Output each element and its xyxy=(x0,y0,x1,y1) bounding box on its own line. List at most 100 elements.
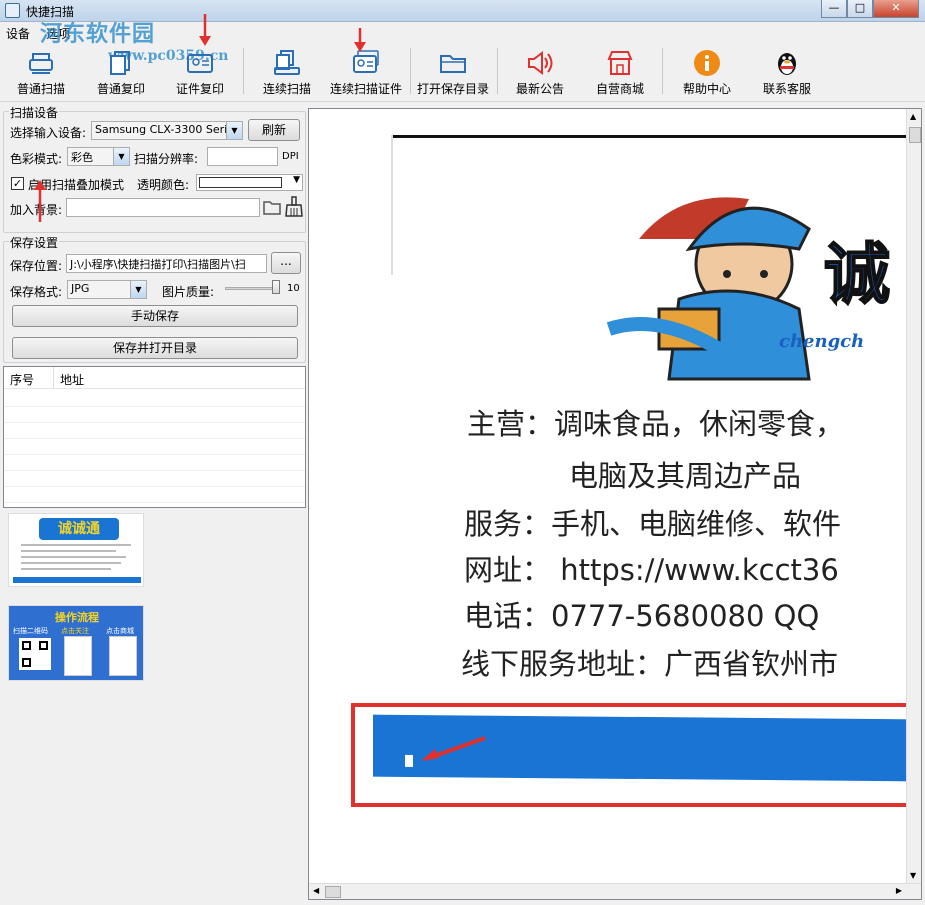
thumbnail-text-line xyxy=(21,568,111,570)
store-button[interactable]: 自营商城 xyxy=(585,44,655,100)
scan-border-line xyxy=(391,135,393,275)
thumbnail-step3: 点击商城 xyxy=(106,627,134,635)
file-list-table[interactable]: 序号 地址 xyxy=(3,366,306,508)
scroll-right-icon[interactable]: ▶ xyxy=(896,886,902,895)
scroll-down-icon[interactable]: ▼ xyxy=(910,871,916,880)
speaker-icon xyxy=(528,51,553,75)
normal-copy-button[interactable]: 普通复印 xyxy=(86,44,156,100)
app-icon xyxy=(5,3,20,18)
save-format-label: 保存格式: xyxy=(10,285,63,299)
customer-service-button[interactable]: 联系客服 xyxy=(752,44,822,100)
color-mode-label: 色彩模式: xyxy=(10,152,63,166)
scanner-icon xyxy=(29,53,53,74)
thumbnail-step1: 扫描二维码 xyxy=(13,627,48,635)
annotation-arrow-down-icon xyxy=(199,14,211,46)
save-format-value: JPG xyxy=(71,282,90,295)
save-settings-legend: 保存设置 xyxy=(9,234,60,251)
id-card-icon xyxy=(187,54,213,73)
open-save-dir-button[interactable]: 打开保存目录 xyxy=(414,44,492,100)
quality-slider-thumb[interactable] xyxy=(272,280,280,294)
minimize-button[interactable]: — xyxy=(821,0,847,18)
close-button[interactable]: ✕ xyxy=(873,0,919,18)
id-copy-button[interactable]: 证件复印 xyxy=(165,44,235,100)
table-row[interactable] xyxy=(4,423,305,439)
overlay-checkbox[interactable]: ✓ xyxy=(11,177,24,190)
color-mode-select[interactable]: 彩色 ▼ xyxy=(67,147,130,166)
help-center-label: 帮助中心 xyxy=(682,82,731,96)
quality-value: 10 xyxy=(287,283,300,294)
customer-service-label: 联系客服 xyxy=(762,82,811,96)
preview-brand: 诚 xyxy=(823,235,891,314)
continuous-id-scan-label: 连续扫描证件 xyxy=(329,82,402,96)
annotation-arrow-up-icon xyxy=(34,180,46,222)
column-divider xyxy=(53,367,54,389)
table-row[interactable] xyxy=(4,487,305,503)
store-icon xyxy=(607,51,633,75)
save-location-input[interactable]: J:\小程序\快捷扫描打印\扫描图片\扫 xyxy=(66,254,267,273)
toolbar-separator xyxy=(410,48,411,94)
thumbnail-brand: 诚诚通 xyxy=(39,518,119,540)
store-label: 自营商城 xyxy=(595,82,644,96)
table-row[interactable] xyxy=(4,471,305,487)
horizontal-scroll-thumb[interactable] xyxy=(325,886,341,898)
scroll-up-icon[interactable]: ▲ xyxy=(910,112,916,121)
chevron-down-icon: ▼ xyxy=(130,281,146,298)
horizontal-scrollbar[interactable]: ◀ ▶ xyxy=(309,883,921,899)
quality-label: 图片质量: xyxy=(162,285,215,299)
browse-button[interactable]: ... xyxy=(271,252,301,274)
menu-device[interactable]: 设备 xyxy=(6,25,30,42)
vertical-scroll-thumb[interactable] xyxy=(909,127,921,143)
background-input[interactable] xyxy=(66,198,260,217)
column-address[interactable]: 地址 xyxy=(60,371,84,388)
scan-preview-area[interactable]: 诚 chengch 主营：调味食品，休闲零食， 电脑及其周边产品 服务：手机、电… xyxy=(308,108,922,900)
transparent-color-label: 透明颜色: xyxy=(137,178,190,192)
annotation-arrow-down-icon xyxy=(354,28,366,52)
toolbar: 普通扫描 普通复印 证件复印 连续扫描 连续扫描证件 打开保存目录 最新公告 自… xyxy=(0,42,925,102)
broom-icon[interactable] xyxy=(284,196,304,218)
qr-code-icon xyxy=(19,638,51,670)
table-row[interactable] xyxy=(4,391,305,407)
preview-line-products: 电脑及其周边产品 xyxy=(569,459,802,493)
announcement-button[interactable]: 最新公告 xyxy=(505,44,575,100)
save-format-select[interactable]: JPG ▼ xyxy=(67,280,147,299)
copy-icon xyxy=(110,51,130,75)
thumbnail-1[interactable]: 诚诚通 xyxy=(8,513,144,587)
qq-penguin-icon xyxy=(778,53,796,75)
device-select-value: Samsung CLX-3300 Seri xyxy=(95,123,228,136)
maximize-button[interactable]: □ xyxy=(847,0,873,18)
preview-line-business: 主营：调味食品，休闲零食， xyxy=(467,407,845,441)
scan-device-legend: 扫描设备 xyxy=(9,104,60,121)
preview-line-website: 网址： https://www.kcct36 xyxy=(464,553,839,587)
scroll-left-icon[interactable]: ◀ xyxy=(313,886,319,895)
info-icon xyxy=(694,50,720,76)
thumbnail-step2: 点击关注 xyxy=(61,627,89,635)
thumbnail-text-line xyxy=(21,544,131,546)
annotation-arrow-icon xyxy=(421,736,486,761)
transparent-color-picker[interactable]: ▼ xyxy=(196,174,303,191)
help-center-button[interactable]: 帮助中心 xyxy=(672,44,742,100)
phone-screen-icon xyxy=(64,636,92,676)
manual-save-button[interactable]: 手动保存 xyxy=(12,305,298,327)
open-save-dir-label: 打开保存目录 xyxy=(416,82,489,96)
color-mode-value: 彩色 xyxy=(71,151,93,164)
thumbnail-2[interactable]: 操作流程 扫描二维码 点击关注 点击商城 xyxy=(8,605,144,681)
normal-copy-label: 普通复印 xyxy=(96,82,145,96)
column-index[interactable]: 序号 xyxy=(10,371,34,388)
refresh-button[interactable]: 刷新 xyxy=(248,119,300,141)
device-select[interactable]: Samsung CLX-3300 Seri ▼ xyxy=(91,121,243,140)
device-label: 选择输入设备: xyxy=(10,126,87,140)
continuous-scan-button[interactable]: 连续扫描 xyxy=(252,44,322,100)
table-row[interactable] xyxy=(4,407,305,423)
save-and-open-button[interactable]: 保存并打开目录 xyxy=(12,337,298,359)
thumbnail-text-line xyxy=(21,550,116,552)
toolbar-separator xyxy=(662,48,663,94)
announcement-label: 最新公告 xyxy=(515,82,564,96)
normal-scan-button[interactable]: 普通扫描 xyxy=(6,44,76,100)
open-folder-icon[interactable] xyxy=(262,197,282,217)
vertical-scrollbar[interactable]: ▲ ▼ xyxy=(906,109,921,883)
preview-brand-sub: chengch xyxy=(779,331,865,352)
dpi-input[interactable] xyxy=(207,147,278,166)
table-row[interactable] xyxy=(4,455,305,471)
table-row[interactable] xyxy=(4,439,305,455)
chevron-down-icon: ▼ xyxy=(293,175,300,185)
